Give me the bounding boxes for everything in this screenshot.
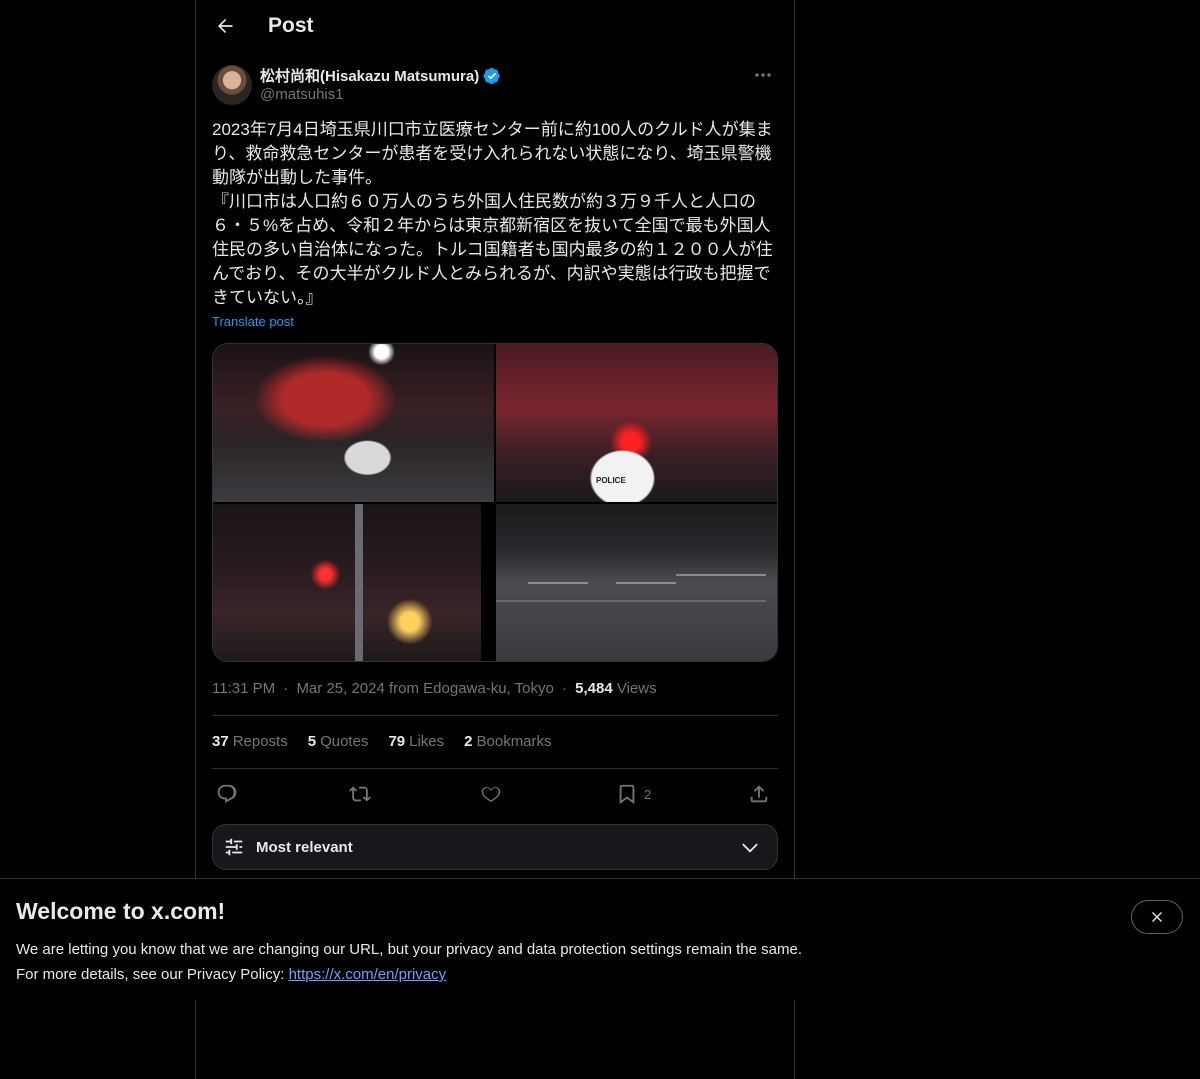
author-handle[interactable]: @matsuhis1 [260,86,344,103]
share-button[interactable] [748,780,770,808]
more-dots-icon [755,73,771,77]
repost-button[interactable] [349,780,371,808]
divider [212,768,778,769]
sort-label: Most relevant [256,839,353,856]
share-icon [750,785,768,803]
banner-line-2: For more details, see our Privacy Policy… [16,962,802,987]
police-car-night-photo[interactable]: POLICE [496,344,777,502]
avatar[interactable] [212,65,252,105]
bookmark-count: 2 [644,786,652,802]
reposts-count: 37 [212,733,229,750]
heart-icon [481,787,501,802]
author-name[interactable]: 松村尚和(Hisakazu Matsumura) [260,65,501,86]
welcome-banner: Welcome to x.com! We are letting you kno… [0,878,1200,1000]
bookmarks-count: 2 [464,733,473,750]
sliders-icon [225,838,243,856]
banner-text: We are letting you know that we are chan… [16,937,802,987]
banner-title: Welcome to x.com! [16,898,226,924]
translate-post-link[interactable]: Translate post [212,314,294,329]
views-count: 5,484 [575,680,613,697]
author-name-text: 松村尚和(Hisakazu Matsumura) [260,68,480,85]
divider [212,715,778,716]
likes-count: 79 [388,733,406,750]
road-intersection-photo[interactable] [496,503,777,661]
likes-label: Likes [409,733,445,750]
meta-separator: · [561,680,567,697]
post-actions: 2 [212,780,778,808]
reposts-stat[interactable]: 37 Reposts [212,733,288,750]
verified-badge-icon [483,67,500,84]
repost-icon [349,786,371,802]
privacy-policy-link[interactable]: https://x.com/en/privacy [289,966,447,983]
chevron-down-icon [742,843,758,853]
page-header: Post [196,0,794,54]
street-crowd-photo[interactable] [213,503,494,661]
views-label: Views [616,680,657,697]
banner-line-1: We are letting you know that we are chan… [16,941,802,958]
post-time[interactable]: 11:31 PM [212,680,275,697]
arrow-left-icon [218,19,233,33]
page-title: Post [268,14,314,37]
media-grid: POLICE [212,343,778,662]
police-car-crowd-photo[interactable] [213,344,494,502]
post-stats: 37 Reposts 5 Quotes 79 Likes 2 Bookmarks [212,733,552,750]
reposts-label: Reposts [232,733,288,750]
post-date-location[interactable]: Mar 25, 2024 from Edogawa-ku, Tokyo [296,680,553,697]
banner-line-2-prefix: For more details, see our Privacy Policy… [16,966,289,983]
post-text: 2023年7月4日埼玉県川口市立医療センター前に約100人のクルド人が集まり、救… [212,120,773,307]
more-options-button[interactable] [748,64,778,86]
bookmark-icon [619,784,635,805]
close-banner-button[interactable] [1131,900,1183,934]
quotes-count: 5 [307,733,317,750]
close-icon [1152,912,1162,922]
bookmarks-label: Bookmarks [476,733,552,750]
quotes-stat[interactable]: 5 Quotes [308,733,369,750]
reply-sort-dropdown[interactable]: Most relevant [212,824,778,870]
police-car-label: POLICE [596,476,626,485]
quotes-label: Quotes [320,733,369,750]
back-button[interactable] [208,9,242,43]
reply-icon [217,784,237,803]
meta-separator: · [283,680,289,697]
post-meta: 11:31 PM · Mar 25, 2024 from Edogawa-ku,… [212,680,657,697]
like-button[interactable] [480,780,502,808]
bookmarks-stat[interactable]: 2 Bookmarks [464,733,551,750]
bookmark-button[interactable]: 2 [616,780,651,808]
post-author: 松村尚和(Hisakazu Matsumura) @matsuhis1 [212,64,778,108]
reply-button[interactable] [216,780,238,808]
likes-stat[interactable]: 79 Likes [388,733,444,750]
